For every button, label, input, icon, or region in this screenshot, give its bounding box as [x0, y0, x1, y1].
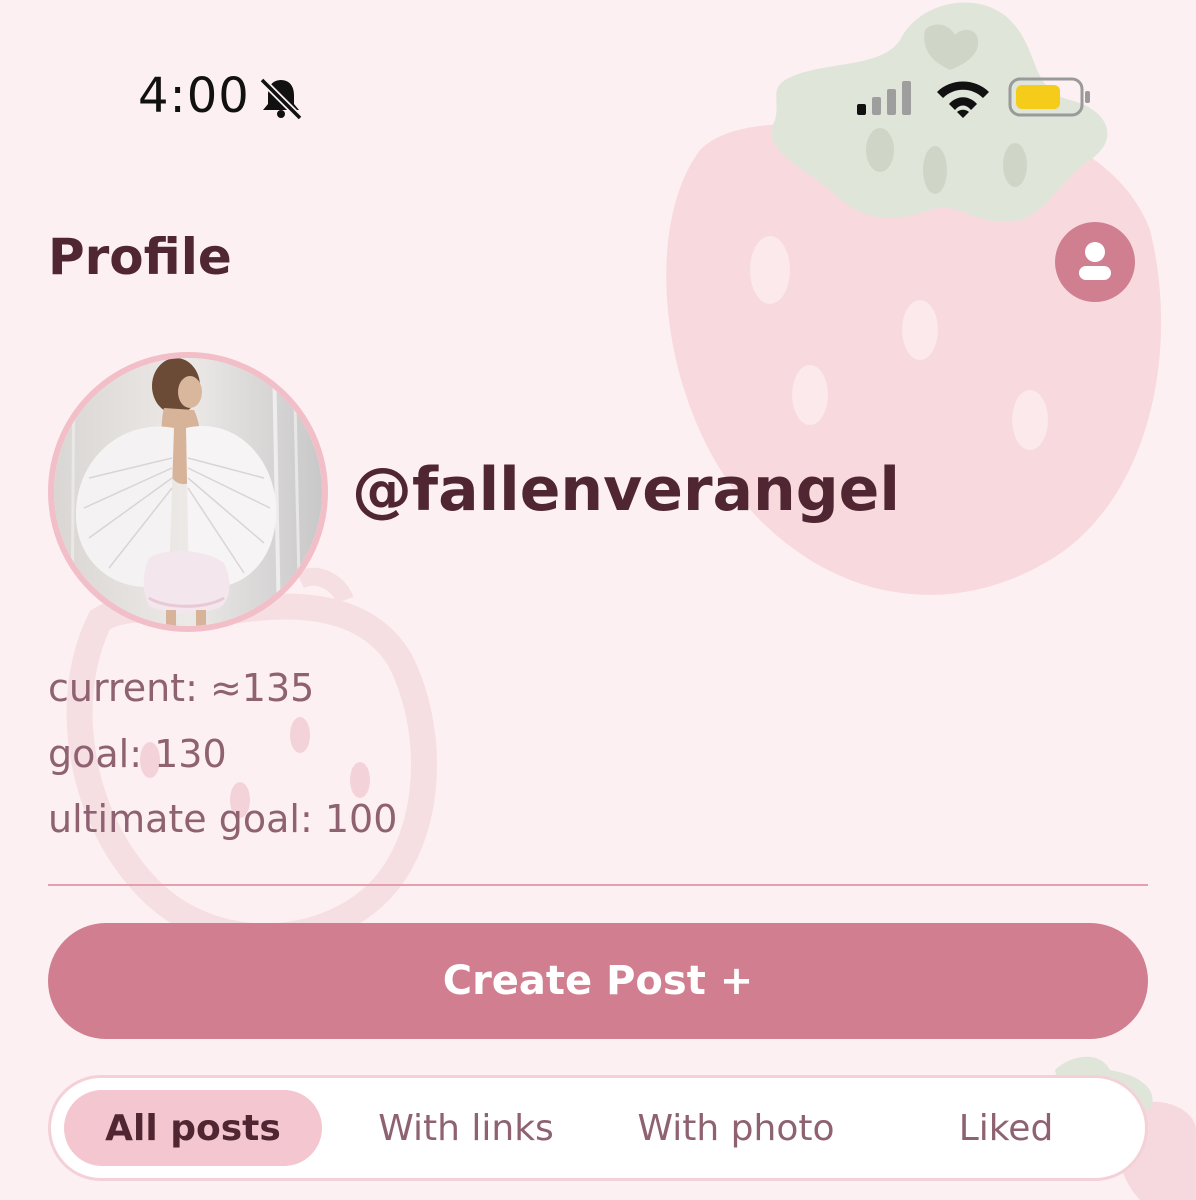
avatar-photo	[54, 358, 322, 626]
tab-liked[interactable]: Liked	[911, 1090, 1101, 1166]
bell-slash-icon	[259, 77, 303, 120]
account-button[interactable]	[1055, 222, 1135, 302]
cellular-signal-icon	[857, 81, 911, 115]
stat-goal: goal: 130	[48, 732, 227, 776]
username: @fallenverangel	[352, 455, 900, 525]
divider	[48, 884, 1148, 886]
profile-avatar[interactable]	[48, 352, 328, 632]
stat-ultimate-goal: ultimate goal: 100	[48, 797, 398, 841]
battery-icon	[1008, 77, 1090, 117]
user-circle-icon	[1079, 242, 1111, 280]
tab-all-posts[interactable]: All posts	[64, 1090, 322, 1166]
wifi-icon	[937, 81, 989, 118]
status-time: 4:00	[138, 68, 250, 124]
create-post-button[interactable]: Create Post +	[48, 923, 1148, 1039]
post-filter-tabs: All posts With links With photo Liked	[48, 1075, 1148, 1181]
tab-with-photo[interactable]: With photo	[611, 1090, 861, 1166]
stat-current: current: ≈135	[48, 666, 315, 710]
page-title: Profile	[48, 228, 232, 286]
tab-with-links[interactable]: With links	[351, 1090, 581, 1166]
